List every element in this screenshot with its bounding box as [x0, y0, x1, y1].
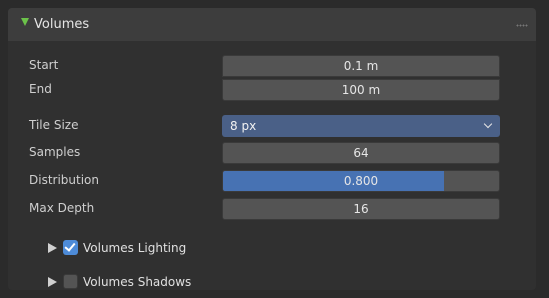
max-depth-row: Max Depth 16 [8, 198, 536, 220]
tile-size-label: Tile Size [29, 118, 79, 132]
end-row: End 100 m [8, 79, 536, 101]
volumes-panel: Volumes Start 0.1 m End 100 m Tile Size … [8, 8, 536, 290]
tile-size-dropdown[interactable]: 8 px [222, 115, 500, 137]
subpanel-volumes-shadows[interactable]: Volumes Shadows [8, 272, 536, 294]
start-field[interactable]: 0.1 m [222, 55, 500, 77]
distribution-label: Distribution [29, 173, 100, 187]
expand-arrow-icon[interactable] [21, 18, 29, 26]
expand-arrow-icon[interactable] [48, 243, 57, 253]
volumes-lighting-label: Volumes Lighting [83, 241, 187, 255]
expand-arrow-icon[interactable] [48, 277, 57, 287]
slider-fill [223, 171, 444, 191]
end-label: End [29, 82, 52, 96]
chevron-down-icon [483, 119, 493, 129]
max-depth-field[interactable]: 16 [222, 198, 500, 220]
distribution-row: Distribution 0.800 [8, 170, 536, 192]
panel-header[interactable]: Volumes [8, 8, 536, 41]
distribution-value: 0.800 [343, 174, 379, 188]
tile-size-row: Tile Size 8 px [8, 115, 536, 137]
volumes-shadows-label: Volumes Shadows [83, 275, 192, 289]
max-depth-label: Max Depth [29, 201, 95, 215]
samples-field[interactable]: 64 [222, 142, 500, 164]
subpanel-volumes-lighting[interactable]: Volumes Lighting [8, 238, 536, 260]
samples-row: Samples 64 [8, 142, 536, 164]
volumes-lighting-checkbox[interactable] [63, 240, 78, 255]
distribution-slider[interactable]: 0.800 [222, 170, 500, 192]
drag-handle-icon[interactable] [516, 24, 528, 27]
volumes-shadows-checkbox[interactable] [63, 274, 78, 289]
tile-size-value: 8 px [230, 119, 257, 133]
panel-title: Volumes [34, 17, 90, 32]
samples-label: Samples [29, 145, 81, 159]
checkmark-icon [64, 240, 76, 252]
start-row: Start 0.1 m [8, 55, 536, 77]
end-field[interactable]: 100 m [222, 79, 500, 101]
start-label: Start [29, 58, 59, 72]
